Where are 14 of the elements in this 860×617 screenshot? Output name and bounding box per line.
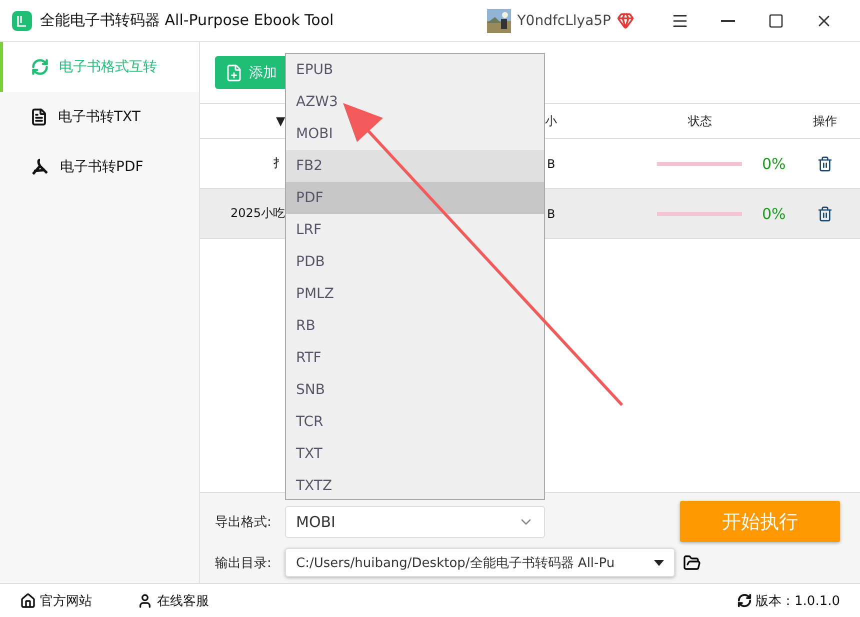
- file-size-cell-text: B: [546, 206, 556, 220]
- progress-text: 0%: [762, 204, 786, 222]
- version-text: 版本：1.0.1.0: [756, 592, 840, 610]
- file-name-cell-text: 2025小吃: [229, 205, 285, 222]
- column-header: 状态: [688, 112, 712, 130]
- output-dir-label: 输出目录:: [215, 554, 272, 572]
- column-header: ▼: [276, 114, 286, 128]
- column-header: 操作: [813, 112, 837, 130]
- progress-text: 0%: [762, 154, 786, 172]
- file-name-cell-text: 扌: [272, 155, 285, 172]
- file-size-cell-text: B: [546, 156, 556, 170]
- window-title: 全能电子书转码器 All-Purpose Ebook Tool: [40, 11, 335, 30]
- column-header: 小: [545, 112, 557, 130]
- format-label: 导出格式:: [215, 514, 272, 530]
